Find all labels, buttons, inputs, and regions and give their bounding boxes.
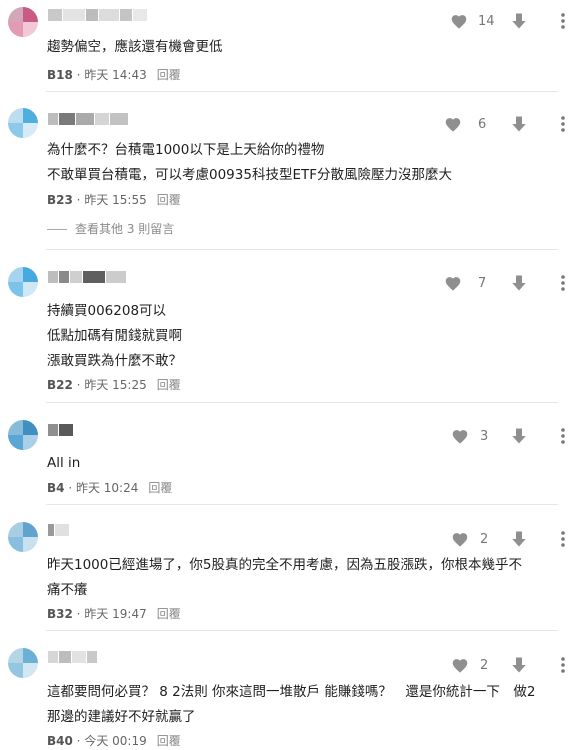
heart-icon[interactable] (450, 13, 468, 29)
floor-number[interactable]: B23 (47, 193, 73, 207)
heart-icon[interactable] (451, 428, 469, 444)
more-vertical-icon[interactable] (560, 115, 566, 133)
comment-text: 漲敢買跌為什麼不敢？ (47, 353, 182, 369)
reply-button[interactable]: 回覆 (157, 378, 181, 392)
timestamp: 今天 00:19 (84, 734, 147, 748)
more-vertical-icon[interactable] (560, 427, 566, 445)
like-count: 3 (480, 429, 489, 444)
timestamp: 昨天 15:55 (84, 193, 147, 207)
divider (46, 402, 558, 403)
username-blurred[interactable] (48, 9, 147, 23)
username-blurred[interactable] (48, 651, 97, 665)
comment-text: 為什麼不？台積電1000以下是上天給你的禮物 (47, 142, 325, 158)
arrow-down-icon[interactable] (510, 656, 528, 674)
reply-button[interactable]: 回覆 (157, 734, 181, 748)
divider (46, 249, 558, 250)
floor-number[interactable]: B4 (47, 481, 65, 495)
avatar[interactable] (8, 267, 38, 297)
comment-text: 趨勢偏空，應該還有機會更低 (47, 39, 223, 55)
arrow-down-icon[interactable] (510, 427, 528, 445)
comment-meta: B18 · 昨天 14:43 回覆 (47, 68, 181, 82)
view-more-replies-label[interactable]: 查看其他 3 則留言 (75, 222, 174, 236)
comment-actions: 3 (422, 426, 582, 448)
username-blurred[interactable] (48, 113, 128, 127)
like-count: 2 (480, 658, 489, 673)
avatar[interactable] (8, 420, 38, 450)
reply-button[interactable]: 回覆 (157, 607, 181, 621)
comment-meta: B22 · 昨天 15:25 回覆 (47, 378, 181, 392)
comment-text: 不敢單買台積電，可以考慮00935科技型ETF分散風險壓力沒那麼大 (47, 167, 452, 183)
heart-icon[interactable] (444, 116, 462, 132)
heart-icon[interactable] (451, 657, 469, 673)
more-vertical-icon[interactable] (560, 274, 566, 292)
avatar[interactable] (8, 7, 38, 37)
reply-button[interactable]: 回覆 (148, 481, 172, 495)
floor-number[interactable]: B32 (47, 607, 73, 621)
username-blurred[interactable] (48, 271, 126, 285)
comment-text: 低點加碼有閒錢就買啊 (47, 328, 182, 344)
comment-text: All in (47, 455, 81, 471)
comment-actions: 14 (422, 11, 582, 33)
view-more-replies-link[interactable]: 查看其他 3 則留言 (47, 221, 174, 237)
like-count: 14 (478, 14, 495, 29)
heart-icon[interactable] (451, 531, 469, 547)
like-count: 2 (480, 532, 489, 547)
username-blurred[interactable] (48, 424, 73, 438)
timestamp: 昨天 19:47 (84, 607, 147, 621)
comment-text: 昨天1000已經進場了，你5股真的完全不用考慮，因為五股漲跌，你根本幾乎不 (47, 557, 522, 573)
avatar[interactable] (8, 648, 38, 678)
username-blurred[interactable] (48, 524, 69, 538)
more-vertical-icon[interactable] (560, 12, 566, 30)
more-vertical-icon[interactable] (560, 530, 566, 548)
divider (46, 504, 558, 505)
like-count: 7 (478, 276, 487, 291)
avatar[interactable] (8, 108, 38, 138)
avatar[interactable] (8, 522, 38, 552)
divider (46, 91, 558, 92)
arrow-down-icon[interactable] (510, 115, 528, 133)
comment-actions: 7 (422, 273, 582, 295)
more-vertical-icon[interactable] (560, 656, 566, 674)
divider (46, 630, 558, 631)
reply-button[interactable]: 回覆 (157, 193, 181, 207)
comment-meta: B4 · 昨天 10:24 回覆 (47, 481, 173, 495)
floor-number[interactable]: B18 (47, 68, 73, 82)
timestamp: 昨天 14:43 (84, 68, 147, 82)
comment-meta: B40 · 今天 00:19 回覆 (47, 734, 181, 748)
floor-number[interactable]: B40 (47, 734, 73, 748)
like-count: 6 (478, 117, 487, 132)
arrow-down-icon[interactable] (510, 12, 528, 30)
comment-actions: 2 (422, 655, 582, 677)
comment-meta: B23 · 昨天 15:55 回覆 (47, 193, 181, 207)
comment-text: 這都要問何必買？ 8 2法則 你來這問一堆散戶 能賺錢嗎？ 還是你統計一下 做2 (47, 684, 536, 700)
heart-icon[interactable] (444, 275, 462, 291)
arrow-down-icon[interactable] (510, 274, 528, 292)
timestamp: 昨天 10:24 (75, 481, 139, 495)
reply-button[interactable]: 回覆 (157, 68, 181, 82)
comment-text: 痛不癢 (47, 582, 88, 598)
comment-actions: 6 (422, 114, 582, 136)
comment-actions: 2 (422, 529, 582, 551)
timestamp: 昨天 15:25 (84, 378, 147, 392)
comment-text: 持續買006208可以 (47, 303, 167, 319)
comment-text: 那邊的建議好不好就贏了 (47, 709, 196, 725)
floor-number[interactable]: B22 (47, 378, 73, 392)
arrow-down-icon[interactable] (510, 530, 528, 548)
comment-meta: B32 · 昨天 19:47 回覆 (47, 607, 181, 621)
